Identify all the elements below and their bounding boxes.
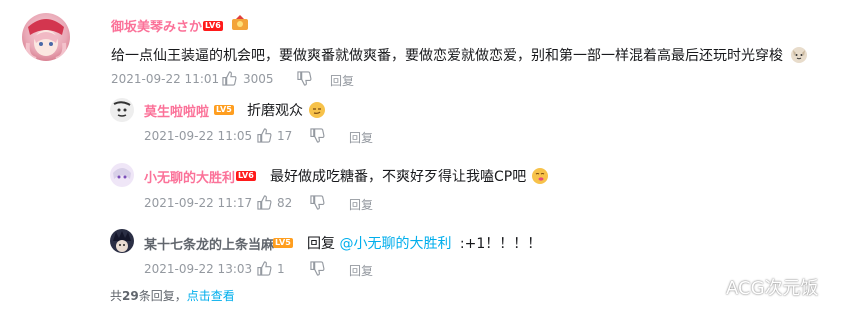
like-count: 82: [277, 196, 293, 210]
comment-time: 2021-09-22 11:01: [111, 72, 220, 86]
like-icon[interactable]: [222, 71, 237, 86]
like-count: 1: [277, 262, 285, 276]
username[interactable]: 御坂美琴みさか: [111, 16, 202, 35]
dislike-icon[interactable]: [310, 128, 325, 143]
like-icon[interactable]: [257, 128, 272, 143]
dislike-icon[interactable]: [297, 71, 312, 86]
dislike-icon[interactable]: [310, 195, 325, 210]
reply-count-summary: 共29条回复，点击查看: [110, 289, 235, 303]
medal-icon: [231, 14, 249, 32]
reply-button[interactable]: 回复: [349, 262, 373, 279]
reply-text: 回复 @小无聊的大胜利 :+1！！！！: [307, 236, 542, 252]
avatar-image: [113, 231, 131, 252]
username[interactable]: 莫生啦啦啦: [144, 101, 209, 120]
reply-time: 2021-09-22 11:17: [144, 196, 253, 210]
level-badge: LV6: [203, 21, 223, 31]
like-icon[interactable]: [257, 195, 272, 210]
avatar[interactable]: [110, 98, 134, 122]
reply-time: 2021-09-22 13:03: [144, 262, 253, 276]
reply-text: 最好做成吃糖番，不爽好歹得让我嗑CP吧: [270, 166, 548, 186]
avatar-image: [113, 101, 131, 117]
reply-count: 29: [122, 289, 139, 303]
level-badge: LV5: [273, 238, 293, 248]
reply-text: 折磨观众: [247, 100, 326, 120]
watermark: ACG次元饭: [726, 278, 819, 299]
avatar-image: [113, 168, 131, 179]
like-count: 3005: [243, 72, 274, 86]
kiss-emoji-icon: [531, 168, 548, 184]
reply-button[interactable]: 回复: [330, 72, 354, 89]
username[interactable]: 小无聊的大胜利: [144, 167, 235, 186]
avatar[interactable]: [110, 229, 134, 253]
like-count: 17: [277, 129, 293, 143]
dog-emoji-icon: [791, 47, 808, 63]
reply-button[interactable]: 回复: [349, 196, 373, 213]
username[interactable]: 某十七条龙的上条当麻: [144, 234, 274, 253]
mention-link[interactable]: @小无聊的大胜利: [339, 236, 451, 252]
avatar[interactable]: [110, 163, 134, 187]
view-replies-link[interactable]: 点击查看: [187, 289, 235, 303]
dislike-icon[interactable]: [310, 261, 325, 276]
avatar[interactable]: [22, 13, 70, 61]
level-badge: LV5: [214, 105, 234, 115]
avatar-image: [25, 19, 67, 61]
like-icon[interactable]: [257, 261, 272, 276]
reply-button[interactable]: 回复: [349, 129, 373, 146]
smirk-emoji-icon: [309, 102, 326, 118]
reply-time: 2021-09-22 11:05: [144, 129, 253, 143]
comment-text: 给一点仙王装逼的机会吧，要做爽番就做爽番，要做恋爱就做恋爱，别和第一部一样混着高…: [111, 45, 808, 65]
level-badge: LV6: [236, 171, 256, 181]
